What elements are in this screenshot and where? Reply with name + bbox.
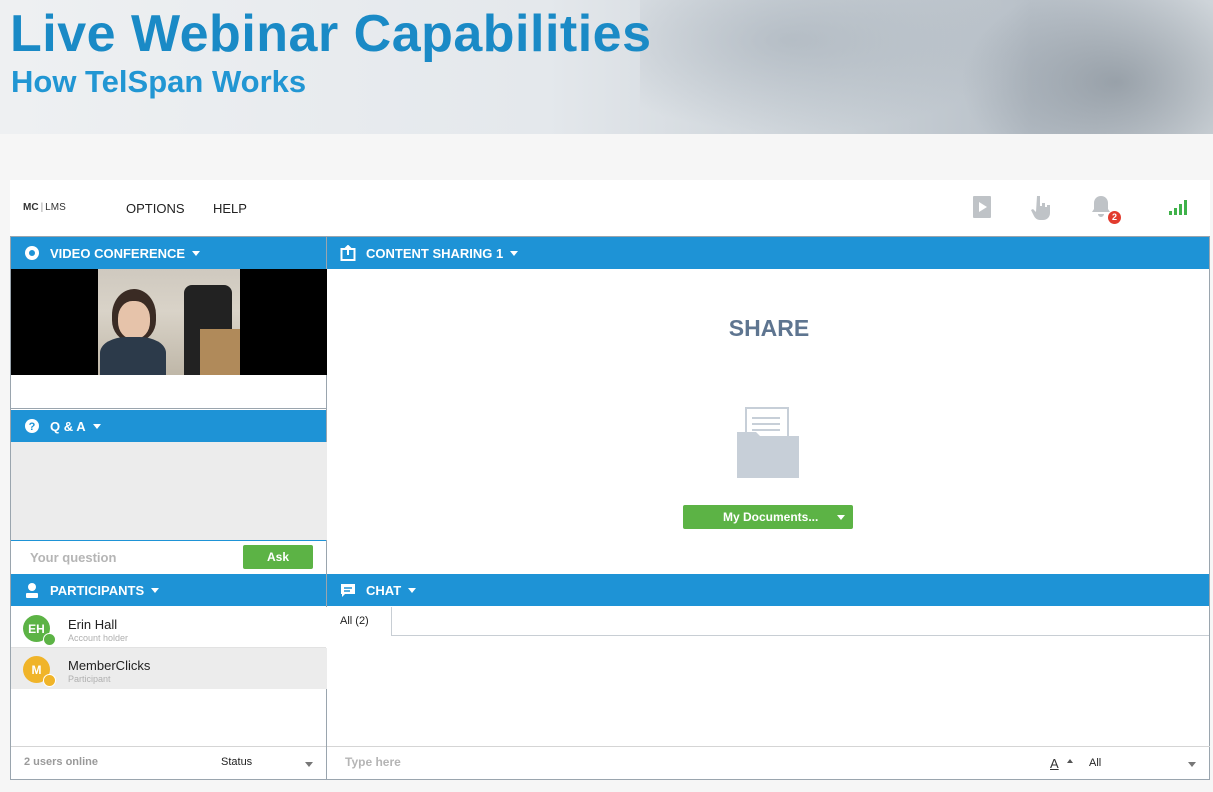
chevron-down-icon[interactable] — [305, 762, 313, 767]
tab-all[interactable]: All (2) — [327, 607, 392, 636]
svg-text:?: ? — [29, 421, 36, 433]
menu-help[interactable]: HELP — [213, 201, 247, 216]
chevron-down-icon[interactable] — [837, 515, 845, 520]
user-icon — [24, 582, 40, 598]
users-online-count: 2 users online — [24, 756, 98, 768]
chat-header[interactable]: CHAT — [327, 574, 1209, 606]
participant-role: Participant — [68, 674, 111, 684]
banner-subtitle: How TelSpan Works — [11, 64, 307, 99]
chat-icon — [340, 582, 356, 598]
ask-button[interactable]: Ask — [243, 545, 313, 569]
help-icon: ? — [24, 418, 40, 434]
participant-row[interactable]: M MemberClicks Participant — [11, 648, 327, 689]
chevron-down-icon — [151, 587, 160, 593]
participants-header[interactable]: PARTICIPANTS — [11, 574, 326, 606]
notifications-icon[interactable]: 2 — [1089, 194, 1121, 224]
host-crown-icon — [43, 633, 56, 646]
header-banner: Live Webinar Capabilities How TelSpan Wo… — [0, 0, 1213, 134]
my-documents-label: My Documents... — [723, 510, 819, 524]
participant-name: MemberClicks — [68, 658, 151, 673]
app-logo: MC | LMS — [23, 202, 66, 213]
play-media-icon[interactable] — [971, 194, 997, 222]
menu-options[interactable]: OPTIONS — [126, 201, 185, 216]
my-documents-button[interactable]: My Documents... — [683, 505, 853, 529]
video-area — [11, 269, 327, 375]
video-feed[interactable] — [98, 269, 240, 375]
participant-role: Account holder — [68, 633, 129, 643]
documents-folder-icon — [736, 406, 800, 478]
font-format-icon[interactable]: A — [1050, 753, 1080, 773]
chevron-down-icon[interactable] — [1188, 762, 1196, 767]
qa-title: Q & A — [50, 418, 86, 434]
video-conference-header[interactable]: VIDEO CONFERENCE — [11, 237, 326, 269]
status-dropdown[interactable]: Status — [221, 756, 252, 768]
chevron-down-icon — [192, 250, 201, 256]
webinar-app: MC|LMS OPTIONS HELP 2 VIDEO CONFERENCE — [10, 180, 1210, 780]
participant-name: Erin Hall — [68, 617, 118, 632]
share-icon — [340, 245, 356, 261]
chat-input[interactable]: Type here — [345, 755, 401, 769]
raise-hand-icon[interactable] — [1029, 194, 1055, 222]
recipient-dropdown[interactable]: All — [1089, 757, 1101, 769]
participants-title: PARTICIPANTS — [50, 582, 145, 598]
content-sharing-header[interactable]: CONTENT SHARING 1 — [327, 237, 1209, 269]
video-conference-title: VIDEO CONFERENCE — [50, 245, 186, 261]
chevron-down-icon — [510, 250, 519, 256]
signal-strength-icon — [1167, 194, 1193, 222]
qa-header[interactable]: ? Q & A — [11, 410, 326, 442]
top-toolbar: MC | LMS OPTIONS HELP 2 — [10, 180, 1210, 236]
banner-title: Live Webinar Capabilities — [10, 5, 652, 63]
question-input[interactable]: Your question — [30, 550, 116, 565]
content-sharing-title: CONTENT SHARING 1 — [366, 245, 504, 261]
share-heading: SHARE — [728, 315, 810, 341]
notification-badge: 2 — [1108, 211, 1121, 224]
participant-row[interactable]: EH Erin Hall Account holder — [11, 607, 327, 648]
chat-title: CHAT — [366, 582, 402, 598]
video-icon — [24, 245, 40, 261]
chevron-down-icon — [408, 587, 417, 593]
qa-question-list — [11, 442, 327, 540]
chevron-down-icon — [92, 423, 101, 429]
participant-user-icon — [43, 674, 56, 687]
tab-all-label: All (2) — [340, 615, 369, 627]
